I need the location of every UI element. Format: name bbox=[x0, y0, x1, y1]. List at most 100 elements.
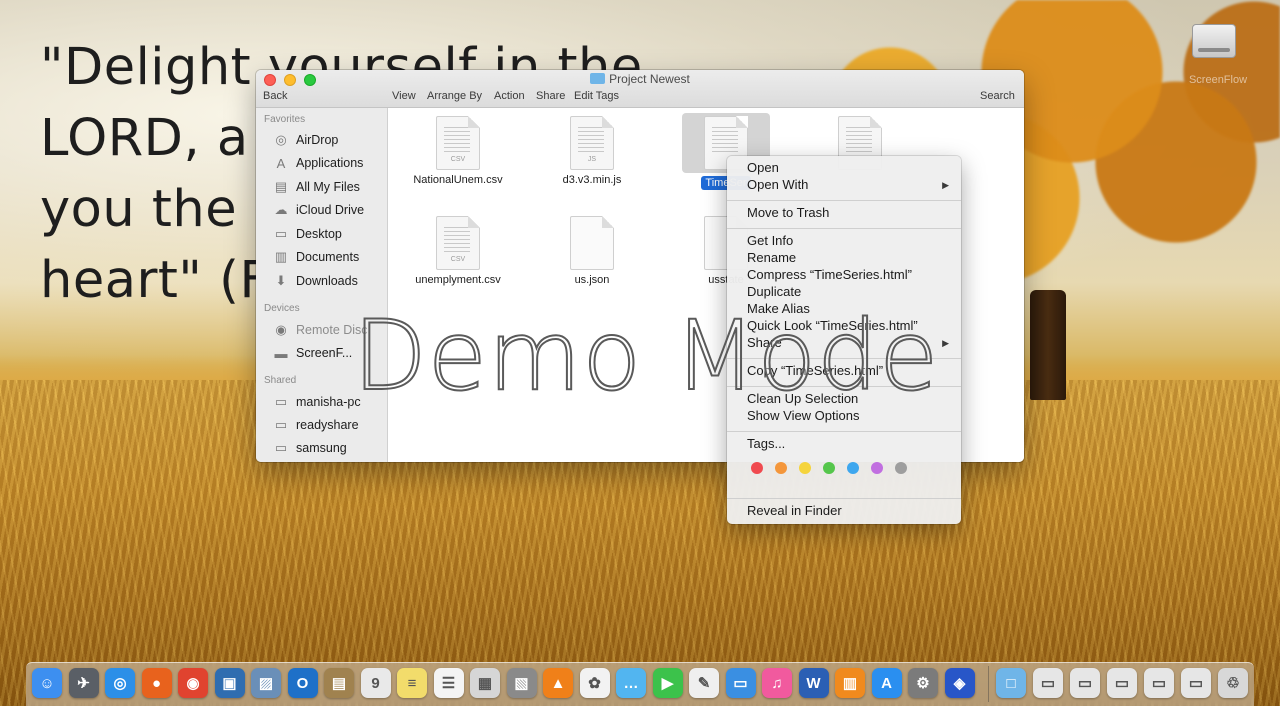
edit-tags-button[interactable]: Edit Tags bbox=[574, 90, 619, 102]
reminders-icon[interactable]: ☰ bbox=[433, 668, 464, 698]
menu-separator bbox=[727, 200, 961, 201]
app-store-icon[interactable]: A bbox=[871, 668, 902, 698]
stickies-icon[interactable]: ▧ bbox=[506, 668, 537, 698]
tag-color-dot[interactable] bbox=[871, 462, 883, 474]
submenu-arrow-icon: ▶ bbox=[942, 180, 949, 190]
firefox-icon[interactable]: ● bbox=[141, 668, 172, 698]
textedit-icon[interactable]: ✎ bbox=[689, 668, 719, 698]
photos-icon[interactable]: ✿ bbox=[579, 668, 610, 698]
tag-color-dot[interactable] bbox=[823, 462, 835, 474]
vlc-icon[interactable]: ▲ bbox=[543, 668, 573, 698]
photo-booth-icon[interactable]: ▦ bbox=[470, 668, 500, 698]
tag-color-dot[interactable] bbox=[751, 462, 763, 474]
menu-item-get-info[interactable]: Get Info bbox=[747, 233, 793, 248]
drive-icon: ▬ bbox=[274, 345, 288, 361]
tag-color-dot[interactable] bbox=[799, 462, 811, 474]
csv-file-icon: CSV bbox=[436, 216, 480, 270]
menu-item-make-alias[interactable]: Make Alias bbox=[747, 301, 810, 316]
screenflow-icon[interactable]: ◈ bbox=[944, 668, 975, 698]
back-button[interactable]: Back bbox=[263, 90, 287, 102]
menu-item-quick-look[interactable]: Quick Look “TimeSeries.html” bbox=[747, 318, 918, 333]
search-button[interactable]: Search bbox=[980, 90, 1015, 102]
tag-color-dot[interactable] bbox=[895, 462, 907, 474]
screenshot-icon[interactable]: ▭ bbox=[1181, 668, 1211, 698]
computer-icon: ▭ bbox=[274, 417, 288, 432]
menu-item-rename[interactable]: Rename bbox=[747, 250, 796, 265]
chrome-icon[interactable]: ◉ bbox=[178, 668, 208, 698]
menu-item-clean-up-selection[interactable]: Clean Up Selection bbox=[747, 391, 858, 406]
menu-item-open[interactable]: Open bbox=[747, 160, 779, 175]
sidebar-item-manisha-pc[interactable]: ▭ manisha-pc bbox=[272, 392, 361, 412]
arrange-by-button[interactable]: Arrange By bbox=[427, 90, 482, 102]
tag-color-dot[interactable] bbox=[775, 462, 787, 474]
computer-icon: ▭ bbox=[274, 440, 288, 455]
sidebar-item-remote-disc[interactable]: ◉ Remote Disc bbox=[272, 320, 367, 340]
menu-item-compress[interactable]: Compress “TimeSeries.html” bbox=[747, 267, 912, 282]
devices-header: Devices bbox=[264, 303, 300, 314]
menu-item-duplicate[interactable]: Duplicate bbox=[747, 284, 801, 299]
desktop-icon: ▭ bbox=[274, 226, 288, 241]
launchpad-icon[interactable]: ✈ bbox=[68, 668, 99, 698]
finder-icon[interactable]: ☺ bbox=[32, 668, 62, 698]
file-item[interactable]: CSV NationalUnem.csv bbox=[388, 116, 528, 186]
contacts-icon[interactable]: ▤ bbox=[324, 668, 354, 698]
screenshot-icon[interactable]: ▭ bbox=[1107, 668, 1137, 698]
menu-item-move-to-trash[interactable]: Move to Trash bbox=[747, 205, 829, 220]
menu-item-reveal-in-finder[interactable]: Reveal in Finder bbox=[747, 503, 842, 518]
menu-item-share[interactable]: Share bbox=[747, 335, 782, 350]
menu-item-copy[interactable]: Copy “TimeSeries.html” bbox=[747, 363, 883, 378]
remote-desktop-icon[interactable]: ▣ bbox=[214, 668, 245, 698]
csv-file-icon: CSV bbox=[436, 116, 480, 170]
sidebar-item-downloads[interactable]: ⬇ Downloads bbox=[272, 271, 358, 291]
airdrop-icon: ◎ bbox=[275, 132, 287, 147]
file-item[interactable]: JS d3.v3.min.js bbox=[522, 116, 662, 186]
ibooks-icon[interactable]: ▥ bbox=[835, 668, 865, 698]
menu-item-tags[interactable]: Tags... bbox=[747, 436, 785, 451]
notes-icon[interactable]: ≡ bbox=[397, 668, 427, 698]
documents-icon: ▥ bbox=[274, 249, 288, 264]
screenshot-icon[interactable]: ▭ bbox=[1033, 668, 1063, 698]
menu-separator bbox=[727, 386, 961, 387]
applications-icon: A bbox=[276, 155, 286, 171]
finder-sidebar: Favorites ◎ AirDrop A Applications ▤ All My… bbox=[256, 108, 388, 462]
system-preferences-icon[interactable]: ⚙ bbox=[908, 668, 938, 698]
sidebar-item-all-my-files[interactable]: ▤ All My Files bbox=[272, 177, 360, 197]
menu-separator bbox=[727, 358, 961, 359]
window-title: Project Newest bbox=[256, 72, 1024, 86]
drive-label[interactable]: ScreenFlow bbox=[1170, 74, 1266, 86]
file-item[interactable]: CSV unemplyment.csv bbox=[388, 216, 528, 286]
screenflow-drive-icon[interactable] bbox=[1188, 14, 1240, 66]
file-name: NationalUnem.csv bbox=[413, 174, 503, 186]
sidebar-item-icloud-drive[interactable]: ☁ iCloud Drive bbox=[272, 200, 365, 220]
action-button[interactable]: Action bbox=[494, 90, 525, 102]
sidebar-item-screenflow[interactable]: ▬ ScreenF... bbox=[272, 343, 353, 363]
sidebar-item-readyshare[interactable]: ▭ readyshare bbox=[272, 415, 359, 435]
shared-header: Shared bbox=[264, 375, 297, 386]
sidebar-item-samsung[interactable]: ▭ samsung bbox=[272, 438, 347, 458]
messages-icon[interactable]: … bbox=[616, 668, 646, 698]
file-item[interactable]: us.json bbox=[522, 216, 662, 286]
favorites-header: Favorites bbox=[264, 114, 306, 125]
outlook-icon[interactable]: O bbox=[287, 668, 318, 698]
share-button[interactable]: Share bbox=[536, 90, 565, 102]
screenshot-icon[interactable]: ▭ bbox=[1070, 668, 1100, 698]
sidebar-item-airdrop[interactable]: ◎ AirDrop bbox=[272, 130, 338, 150]
word-icon[interactable]: W bbox=[798, 668, 829, 698]
facetime-icon[interactable]: ▶ bbox=[652, 668, 683, 698]
keynote-icon[interactable]: ▭ bbox=[725, 668, 756, 698]
view-button[interactable]: View bbox=[392, 90, 416, 102]
menu-item-open-with[interactable]: Open With bbox=[747, 177, 808, 192]
folder-icon[interactable]: □ bbox=[996, 668, 1026, 698]
sidebar-item-desktop[interactable]: ▭ Desktop bbox=[272, 224, 342, 244]
itunes-icon[interactable]: ♫ bbox=[762, 668, 792, 698]
safari-icon[interactable]: ◎ bbox=[105, 668, 135, 698]
screenshot-icon[interactable]: ▭ bbox=[1144, 668, 1174, 698]
sidebar-item-applications[interactable]: A Applications bbox=[272, 153, 364, 173]
calendar-icon[interactable]: 9 bbox=[360, 668, 391, 698]
preview-icon[interactable]: ▨ bbox=[251, 668, 281, 698]
trash-icon[interactable]: ♲ bbox=[1218, 668, 1248, 698]
tree-trunk bbox=[1030, 290, 1066, 400]
tag-color-dot[interactable] bbox=[847, 462, 859, 474]
sidebar-item-documents[interactable]: ▥ Documents bbox=[272, 247, 359, 267]
menu-item-show-view-options[interactable]: Show View Options bbox=[747, 408, 860, 423]
